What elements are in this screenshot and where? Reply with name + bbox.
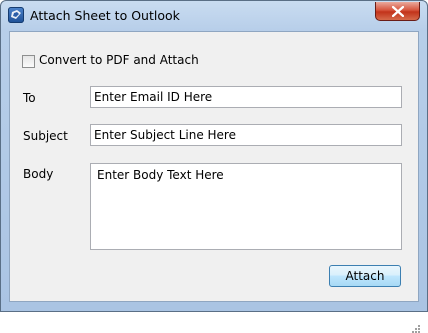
subject-input[interactable]: Enter Subject Line Here bbox=[90, 124, 402, 146]
title-bar[interactable]: Attach Sheet to Outlook bbox=[1, 1, 427, 31]
outlook-icon bbox=[8, 7, 24, 23]
attach-button[interactable]: Attach bbox=[329, 265, 401, 287]
convert-pdf-checkbox[interactable] bbox=[22, 55, 35, 68]
dialog-content: Convert to PDF and Attach To Enter Email… bbox=[9, 31, 420, 333]
to-label: To bbox=[23, 91, 36, 105]
dialog-window: Attach Sheet to Outlook Convert to PDF a… bbox=[0, 0, 428, 333]
close-icon bbox=[392, 6, 404, 17]
window-title: Attach Sheet to Outlook bbox=[30, 8, 180, 23]
body-textarea[interactable]: Enter Body Text Here bbox=[90, 163, 402, 250]
resize-grip-icon[interactable] bbox=[412, 325, 420, 333]
convert-pdf-label[interactable]: Convert to PDF and Attach bbox=[39, 53, 199, 67]
body-label: Body bbox=[23, 167, 54, 181]
to-input[interactable]: Enter Email ID Here bbox=[90, 86, 402, 108]
close-button[interactable] bbox=[375, 2, 420, 21]
subject-label: Subject bbox=[23, 129, 68, 143]
